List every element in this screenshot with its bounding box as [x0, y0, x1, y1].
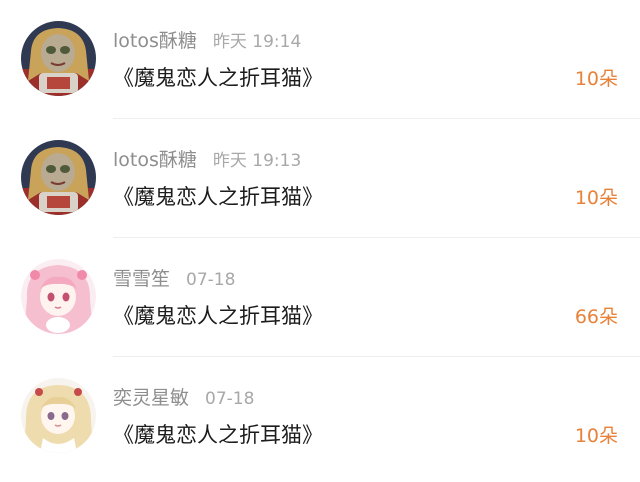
- timestamp: 昨天 19:14: [212, 32, 302, 52]
- timestamp: 07-18: [186, 270, 236, 290]
- gift-amount: 10朵: [574, 68, 618, 90]
- avatar[interactable]: [21, 378, 96, 453]
- username[interactable]: lotos酥糖: [113, 30, 197, 52]
- doll-girl-avatar-icon: [21, 21, 96, 96]
- doll-girl-avatar-icon: [21, 140, 96, 215]
- record-meta: lotos酥糖 昨天 19:14: [113, 26, 301, 56]
- avatar[interactable]: [21, 140, 96, 215]
- record-meta: 奕灵星敏 07-18: [113, 383, 254, 413]
- gift-title[interactable]: 《魔鬼恋人之折耳猫》: [113, 181, 323, 213]
- gift-amount: 66朵: [574, 306, 618, 328]
- record-meta: 雪雪笙 07-18: [113, 264, 235, 294]
- username[interactable]: 雪雪笙: [113, 268, 170, 290]
- timestamp: 昨天 19:13: [212, 151, 302, 171]
- username[interactable]: 奕灵星敏: [113, 387, 189, 409]
- gift-amount: 10朵: [574, 187, 618, 209]
- gift-title[interactable]: 《魔鬼恋人之折耳猫》: [113, 419, 323, 451]
- list-item[interactable]: 雪雪笙 07-18 《魔鬼恋人之折耳猫》 66朵: [0, 238, 640, 358]
- avatar[interactable]: [21, 259, 96, 334]
- list-item[interactable]: 奕灵星敏 07-18 《魔鬼恋人之折耳猫》 10朵: [0, 357, 640, 477]
- username[interactable]: lotos酥糖: [113, 149, 197, 171]
- timestamp: 07-18: [205, 389, 255, 409]
- record-meta: lotos酥糖 昨天 19:13: [113, 145, 301, 175]
- list-item[interactable]: lotos酥糖 昨天 19:13 《魔鬼恋人之折耳猫》 10朵: [0, 119, 640, 239]
- blonde-anime-avatar-icon: [21, 378, 96, 453]
- list-item[interactable]: lotos酥糖 昨天 19:14 《魔鬼恋人之折耳猫》 10朵: [0, 0, 640, 120]
- avatar[interactable]: [21, 21, 96, 96]
- gift-title[interactable]: 《魔鬼恋人之折耳猫》: [113, 300, 323, 332]
- pink-hair-anime-avatar-icon: [21, 259, 96, 334]
- gift-title[interactable]: 《魔鬼恋人之折耳猫》: [113, 62, 323, 94]
- gift-record-list: lotos酥糖 昨天 19:14 《魔鬼恋人之折耳猫》 10朵 lotos酥糖 昨天…: [0, 0, 640, 482]
- gift-amount: 10朵: [574, 425, 618, 447]
